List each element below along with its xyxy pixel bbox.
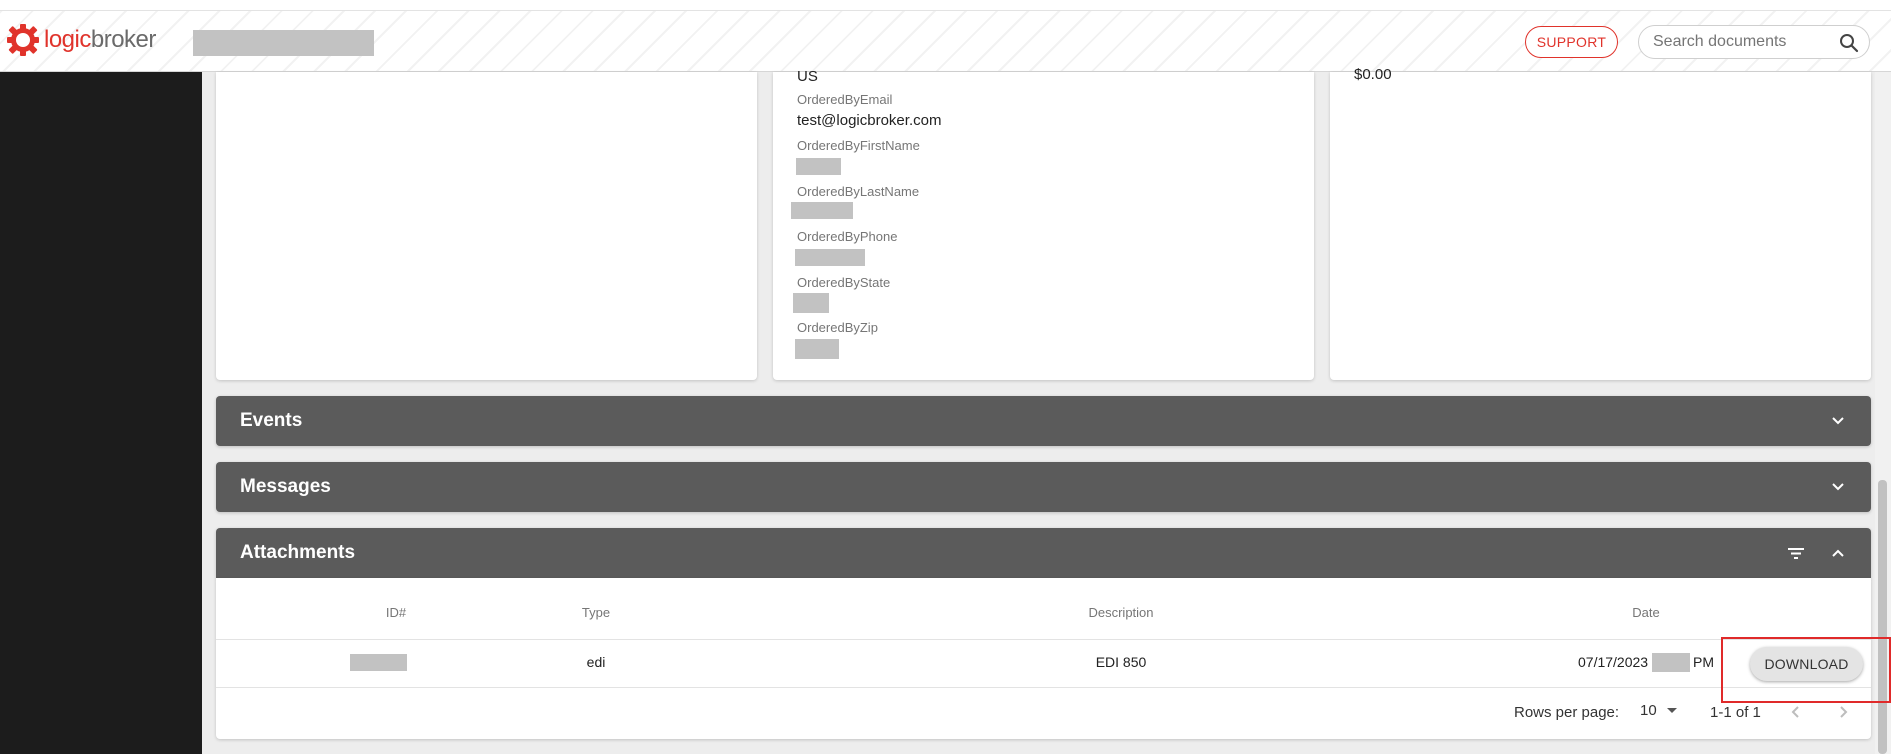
attachments-table: ID# Type Description Date edi EDI 850 07… <box>216 578 1871 739</box>
pagination-range: 1-1 of 1 <box>1710 704 1761 721</box>
amount-value: $0.00 <box>1354 66 1392 83</box>
messages-title: Messages <box>240 476 331 497</box>
address-card-left <box>216 72 757 380</box>
redacted-time <box>1652 653 1690 672</box>
left-navigation <box>0 72 202 754</box>
chevron-down-icon[interactable] <box>1828 411 1848 431</box>
redacted-account-name <box>193 30 374 56</box>
search-box[interactable] <box>1638 25 1870 59</box>
scrollbar-thumb[interactable] <box>1878 480 1887 754</box>
search-icon[interactable] <box>1839 33 1859 53</box>
totals-card: $0.00 <box>1330 66 1871 380</box>
rows-per-page-value: 10 <box>1640 702 1657 719</box>
row-date: 07/17/2023 <box>1578 654 1649 670</box>
logo-text-broker: broker <box>90 26 157 53</box>
ordered-by-state-label: OrderedByState <box>797 275 891 290</box>
chevron-up-icon[interactable] <box>1828 543 1848 563</box>
rows-per-page-select[interactable]: 10 <box>1640 702 1677 719</box>
redacted-state <box>793 293 829 313</box>
row-time-suffix: PM <box>1693 654 1714 670</box>
attachments-title: Attachments <box>240 542 356 563</box>
search-input[interactable] <box>1653 32 1833 52</box>
top-header: logicbroker SUPPORT <box>0 10 1891 72</box>
redacted-last-name <box>791 202 853 219</box>
row-type: edi <box>586 654 606 670</box>
logo[interactable]: logicbroker <box>6 23 156 57</box>
logo-text-logic: logic <box>44 26 91 53</box>
chevron-left-icon[interactable] <box>1786 702 1806 722</box>
gear-logo-icon <box>7 24 39 56</box>
ordered-by-last-name-label: OrderedByLastName <box>797 184 920 199</box>
row-description: EDI 850 <box>1095 654 1147 670</box>
ordered-by-card: US OrderedByEmail test@logicbroker.com O… <box>773 68 1314 380</box>
header-divider <box>216 639 1871 640</box>
chevron-down-icon[interactable] <box>1828 477 1848 497</box>
caret-down-icon <box>1666 708 1677 713</box>
support-button[interactable]: SUPPORT <box>1525 26 1618 58</box>
ordered-by-email-label: OrderedByEmail <box>797 92 893 107</box>
ordered-by-zip-label: OrderedByZip <box>797 320 878 335</box>
redacted-zip <box>795 339 839 359</box>
download-button[interactable]: DOWNLOAD <box>1750 647 1863 681</box>
redacted-phone <box>795 249 865 266</box>
top-strip <box>0 0 1891 10</box>
redacted-first-name <box>796 158 841 175</box>
row-divider <box>216 687 1871 688</box>
ordered-by-phone-label: OrderedByPhone <box>797 229 898 244</box>
rows-per-page-label: Rows per page: <box>1514 704 1620 721</box>
filter-icon[interactable] <box>1786 543 1806 563</box>
column-header-id[interactable]: ID# <box>366 605 426 620</box>
column-header-type[interactable]: Type <box>566 605 626 620</box>
ordered-by-email-value: test@logicbroker.com <box>797 112 942 129</box>
column-header-date[interactable]: Date <box>1616 605 1676 620</box>
column-header-description[interactable]: Description <box>1061 605 1181 620</box>
logo-text: logicbroker <box>44 26 156 54</box>
chevron-right-icon[interactable] <box>1833 702 1853 722</box>
messages-accordion[interactable]: Messages <box>216 462 1871 512</box>
redacted-id <box>350 654 407 671</box>
ordered-by-first-name-label: OrderedByFirstName <box>797 138 920 153</box>
events-title: Events <box>240 410 303 431</box>
country-value: US <box>797 68 818 85</box>
events-accordion[interactable]: Events <box>216 396 1871 446</box>
attachments-accordion[interactable]: Attachments <box>216 528 1871 578</box>
